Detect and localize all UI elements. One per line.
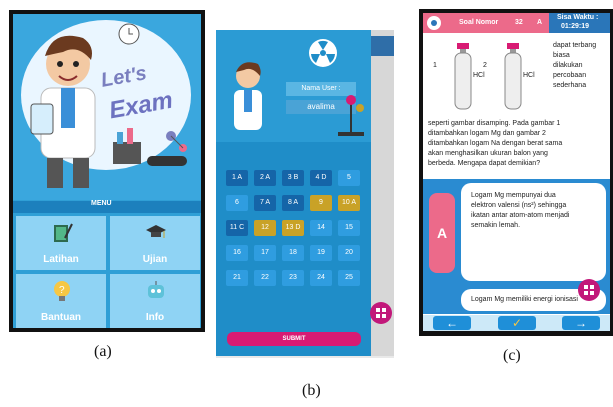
question-button[interactable]: 12 xyxy=(254,220,276,236)
lightbulb-question-icon: ? xyxy=(54,281,70,301)
robot-icon xyxy=(148,281,164,298)
question-line: akan menghasilkan ukuran balon yang xyxy=(428,150,548,157)
question-button[interactable]: 11 C xyxy=(226,220,248,236)
soal-answer: A xyxy=(537,19,543,26)
tube2-number: 2 xyxy=(483,62,487,69)
caption-a: (a) xyxy=(94,343,112,360)
grid-toggle-button[interactable] xyxy=(370,302,392,324)
question-screen: Soal Nomor 32 A Sisa Waktu : 01:29:19 1 … xyxy=(423,13,610,331)
question-button[interactable]: 8 A xyxy=(282,195,304,211)
question-line: ditambahkan logam Mg dan gambar 2 xyxy=(428,130,546,137)
question-line: dilakukan xyxy=(553,62,583,69)
question-button[interactable]: 3 B xyxy=(282,170,304,186)
test-tubes-figure xyxy=(454,43,522,110)
submit-button[interactable]: SUBMIT xyxy=(227,332,361,346)
question-button[interactable]: 17 xyxy=(254,245,276,261)
caption-c: (c) xyxy=(503,347,521,364)
scientist-avatar xyxy=(234,62,262,130)
navigation-bar: ← ✓ → xyxy=(423,315,610,331)
lab-equipment-illustration xyxy=(113,128,187,166)
question-button[interactable]: 15 xyxy=(338,220,360,236)
tube1-label: HCl xyxy=(473,72,485,79)
menu-bar: MENU xyxy=(13,200,201,213)
question-line: berbeda. Mengapa dapat demikian? xyxy=(428,160,541,167)
caption-b: (b) xyxy=(302,382,321,399)
question-button[interactable]: 21 xyxy=(226,270,248,286)
answer-line: Logam Mg mempunyai dua xyxy=(471,192,556,199)
question-button[interactable]: 1 A xyxy=(226,170,248,186)
confirm-button[interactable]: ✓ xyxy=(498,316,536,330)
answer-line: semakin lemah. xyxy=(471,222,521,229)
question-button[interactable]: 16 xyxy=(226,245,248,261)
answer-a-text: Logam Mg mempunyai dua elektron valensi … xyxy=(471,191,601,231)
previous-button[interactable]: ← xyxy=(433,316,471,330)
question-button[interactable]: 19 xyxy=(310,245,332,261)
question-line: sederhana xyxy=(553,82,587,89)
soal-number: 32 xyxy=(515,19,523,26)
question-button[interactable]: 24 xyxy=(310,270,332,286)
timer-label: Sisa Waktu : xyxy=(557,14,599,21)
menu-label: MENU xyxy=(91,200,112,207)
tube1-number: 1 xyxy=(433,62,437,69)
question-button[interactable]: 4 D xyxy=(310,170,332,186)
home-screen: Let's Exam MENU Latihan Ujian ? Bantuan … xyxy=(13,14,201,328)
bantuan-tile[interactable]: ? Bantuan xyxy=(16,274,106,328)
clock-icon xyxy=(118,23,140,45)
answer-line: ikatan antar atom-atom menjadi xyxy=(471,212,570,219)
question-header: Soal Nomor 32 A Sisa Waktu : 01:29:19 xyxy=(423,13,610,33)
next-button[interactable]: → xyxy=(562,316,600,330)
question-button[interactable]: 2 A xyxy=(254,170,276,186)
graduation-cap-icon xyxy=(146,225,166,238)
latihan-tile[interactable]: Latihan xyxy=(16,216,106,270)
answer-line: elektron valensi (ns²) sehingga xyxy=(471,202,567,209)
radiation-icon xyxy=(309,39,337,67)
question-line: ditambahkan logam Na dengan berat sama xyxy=(428,140,563,147)
question-button[interactable]: 6 xyxy=(226,195,248,211)
question-side-text: dapat terbang biasa dilakukan percobaan … xyxy=(553,41,608,91)
question-button[interactable]: 14 xyxy=(310,220,332,236)
question-drawer: Nama User : avalima 1 A 2 A 3 B 4 D 5 6 7 A 8 A… xyxy=(216,30,371,356)
soal-label: Soal Nomor xyxy=(459,19,499,26)
question-button[interactable]: 22 xyxy=(254,270,276,286)
question-button[interactable]: 18 xyxy=(282,245,304,261)
question-button[interactable]: 25 xyxy=(338,270,360,286)
timer-value: 01:29:19 xyxy=(561,23,590,30)
info-label: Info xyxy=(145,312,165,323)
phone-b-frame: aktu 6:23 salah utama lengan umber bakar… xyxy=(216,30,394,358)
answer-area: A Logam Mg mempunyai dua elektron valens… xyxy=(423,179,610,314)
bantuan-label: Bantuan xyxy=(41,312,81,323)
app-logo-icon xyxy=(427,16,441,30)
grid-toggle-button[interactable] xyxy=(578,279,600,301)
hero-banner: Let's Exam xyxy=(13,14,201,200)
drawer-header: Nama User : avalima xyxy=(216,30,371,142)
timer-box: Sisa Waktu : 01:29:19 xyxy=(549,13,610,33)
question-line: percobaan xyxy=(553,72,587,79)
book-pen-icon xyxy=(54,223,73,242)
phone-a-frame: Let's Exam MENU Latihan Ujian ? Bantuan … xyxy=(9,10,205,332)
question-text: seperti gambar disamping. Pada gambar 1 … xyxy=(428,119,608,169)
question-button[interactable]: 7 A xyxy=(254,195,276,211)
question-button[interactable]: 20 xyxy=(338,245,360,261)
question-line: dapat terbang xyxy=(553,42,597,49)
scientist-illustration xyxy=(30,35,96,188)
phone-c-frame: Soal Nomor 32 A Sisa Waktu : 01:29:19 1 … xyxy=(419,9,613,336)
ujian-tile[interactable]: Ujian xyxy=(110,216,200,270)
question-button[interactable]: 9 xyxy=(310,195,332,211)
question-button[interactable]: 13 D xyxy=(282,220,304,236)
latihan-label: Latihan xyxy=(43,254,79,265)
grid-icon xyxy=(584,285,594,295)
question-button[interactable]: 5 xyxy=(338,170,360,186)
question-button[interactable]: 10 A xyxy=(338,195,360,211)
question-line: biasa xyxy=(553,52,570,59)
info-tile[interactable]: Info xyxy=(110,274,200,328)
svg-text:?: ? xyxy=(59,285,65,296)
lab-stand-illustration xyxy=(338,95,364,136)
question-button[interactable]: 23 xyxy=(282,270,304,286)
grid-icon xyxy=(376,308,386,318)
answer-a-option[interactable]: Logam Mg mempunyai dua elektron valensi … xyxy=(461,183,606,281)
tube2-label: HCl xyxy=(523,72,535,79)
question-line: seperti gambar disamping. Pada gambar 1 xyxy=(428,120,561,127)
ujian-label: Ujian xyxy=(142,254,168,265)
answer-a-letter[interactable]: A xyxy=(429,193,455,273)
